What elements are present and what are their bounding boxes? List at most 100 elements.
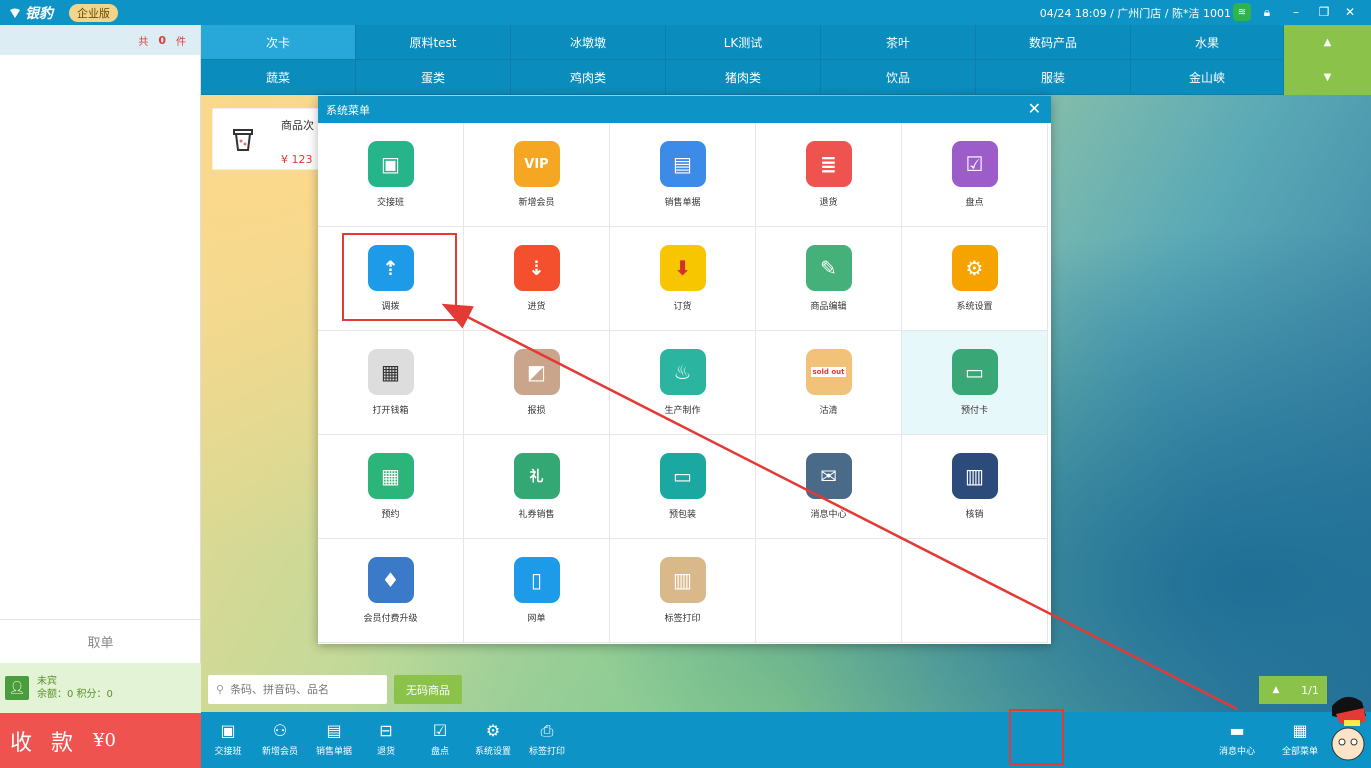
menu-item-label: 预包装 [668,510,696,520]
toolbar-message-center-button[interactable]: ▬ 消息中心 [1212,712,1262,768]
menu-item-system-settings[interactable]: ⚙ 系统设置 [902,227,1048,331]
category-tab[interactable]: 茶叶 [821,25,976,60]
menu-item-open-cash-drawer[interactable]: ▦ 打开钱箱 [318,331,464,435]
menu-item-prepackaging[interactable]: ▭ 预包装 [610,435,756,539]
menu-item-sold-out[interactable]: sold out 沽清 [756,331,902,435]
search-icon: ⚲ [216,683,225,696]
menu-item-sales-receipts[interactable]: ▤ 销售单据 [610,123,756,227]
product-name: 商品次 [281,119,314,132]
menu-item-prepaid-card[interactable]: ▭ 预付卡 [902,331,1048,435]
toolbar-label: 新增会员 [261,747,298,757]
sold-out-badge-text: sold out [810,367,847,377]
menu-empty-cell [756,539,902,643]
checkout-button[interactable]: 收 款 ¥0 [0,713,201,768]
menu-item-production[interactable]: ♨ 生产制作 [610,331,756,435]
menu-item-label: 生产制作 [664,406,701,416]
add-member-icon: ⚇ [272,721,288,740]
menu-item-verification[interactable]: ▥ 核销 [902,435,1048,539]
menu-item-order[interactable]: ⬇ 订货 [610,227,756,331]
menu-item-message-center[interactable]: ✉ 消息中心 [756,435,902,539]
category-tab[interactable]: 猪肉类 [666,60,821,95]
menu-item-inventory-check[interactable]: ☑ 盘点 [902,123,1048,227]
toolbar-sales-receipts-button[interactable]: ▤ 销售单据 [309,712,359,768]
close-icon[interactable]: ✕ [1341,3,1359,21]
category-tab[interactable]: 原料test [356,25,511,60]
menu-item-label: 新增会员 [518,198,555,208]
cancel-order-button[interactable]: 取单 [0,619,201,663]
menu-item-damage-report[interactable]: ◩ 报损 [464,331,610,435]
cart-count-value: 0 [158,33,166,47]
category-tab[interactable]: 服装 [976,60,1131,95]
category-tab[interactable]: LK测试 [666,25,821,60]
calendar-icon: ▦ [367,453,414,499]
category-tab[interactable]: 金山峡 [1131,60,1284,95]
transfer-highlight-box [342,233,457,321]
category-tab[interactable]: 鸡肉类 [511,60,666,95]
category-tab[interactable]: 数码产品 [976,25,1131,60]
category-down-arrow-icon[interactable]: ▼ [1284,60,1371,95]
cart-count-suffix: 件 [176,36,186,48]
menu-item-label: 会员付费升级 [363,614,418,624]
menu-item-label-print[interactable]: ▥ 标签打印 [610,539,756,643]
lock-icon[interactable]: 🔒︎ [1258,3,1276,21]
grid-icon: ▦ [1292,721,1308,740]
page-up-icon[interactable]: ▲ [1259,676,1293,704]
category-tab[interactable]: 蛋类 [356,60,511,95]
mascot-avatar [1326,690,1366,762]
menu-item-label: 销售单据 [664,198,701,208]
gear-icon: ⚙ [485,721,501,740]
toolbar-label: 标签打印 [528,747,565,757]
toolbar-return-button[interactable]: ⊟ 退货 [361,712,411,768]
menu-item-return[interactable]: ≣ 退货 [756,123,902,227]
no-barcode-product-button[interactable]: 无码商品 [394,675,462,704]
search-input[interactable] [230,683,371,696]
toolbar-label: 退货 [376,747,395,757]
app-logo: 银豹 [8,3,53,23]
menu-item-label: 订货 [673,302,692,312]
purchase-boxes-icon: ⇣ [513,245,560,291]
toolbar-label: 交接班 [214,747,242,757]
broken-box-icon: ◩ [513,349,560,395]
receipt-icon: ▤ [326,721,342,740]
mobile-order-icon: ▯ [513,557,560,603]
menu-item-online-order[interactable]: ▯ 网单 [464,539,610,643]
category-tab[interactable]: 次卡 [201,25,356,60]
menu-item-add-member[interactable]: VIP 新增会员 [464,123,610,227]
id-card-icon: ▣ [367,141,414,187]
checkout-label: 收 款 [10,730,79,756]
category-tab[interactable]: 饮品 [821,60,976,95]
menu-item-label: 商品编辑 [810,302,847,312]
barcode-scan-icon: ▥ [951,453,998,499]
toolbar-shift-handover-button[interactable]: ▣ 交接班 [203,712,253,768]
menu-item-member-paid-upgrade[interactable]: ♦ 会员付费升级 [318,539,464,643]
menu-item-gift-voucher-sales[interactable]: 礼 礼券销售 [464,435,610,539]
menu-item-product-edit[interactable]: ✎ 商品编辑 [756,227,902,331]
edition-badge: 企业版 [69,3,118,22]
envelope-icon: ✉ [805,453,852,499]
category-tab[interactable]: 蔬菜 [201,60,356,95]
menu-item-purchase[interactable]: ⇣ 进货 [464,227,610,331]
toolbar-inventory-check-button[interactable]: ☑ 盘点 [415,712,465,768]
maximize-icon[interactable]: ❐ [1315,3,1333,21]
category-tab[interactable]: 冰墩墩 [511,25,666,60]
message-center-highlight-box [1009,709,1064,765]
sold-out-icon: sold out [805,349,852,395]
search-box[interactable]: ⚲ [208,675,387,704]
document-clock-icon: ▤ [659,141,706,187]
category-tab[interactable]: 水果 [1131,25,1284,60]
toolbar-settings-button[interactable]: ⚙ 系统设置 [468,712,518,768]
product-card[interactable]: 商品次 ¥ 123 [212,108,322,170]
toolbar-all-menu-button[interactable]: ▦ 全部菜单 [1275,712,1325,768]
member-panel[interactable]: 👤︎ 未宾 余额：0 积分：0 [0,663,201,713]
menu-item-label: 退货 [819,198,838,208]
order-clipboard-icon: ⬇ [659,245,706,291]
category-up-arrow-icon[interactable]: ▲ [1284,25,1371,60]
minimize-icon[interactable]: – [1287,3,1305,21]
toolbar-add-member-button[interactable]: ⚇ 新增会员 [255,712,305,768]
close-icon[interactable]: ✕ [1028,100,1041,118]
menu-item-shift-handover[interactable]: ▣ 交接班 [318,123,464,227]
toolbar-label-print-button[interactable]: ⎙ 标签打印 [522,712,572,768]
logo-text: 银豹 [25,5,53,22]
menu-item-reservation[interactable]: ▦ 预约 [318,435,464,539]
message-icon: ▬ [1229,721,1245,740]
